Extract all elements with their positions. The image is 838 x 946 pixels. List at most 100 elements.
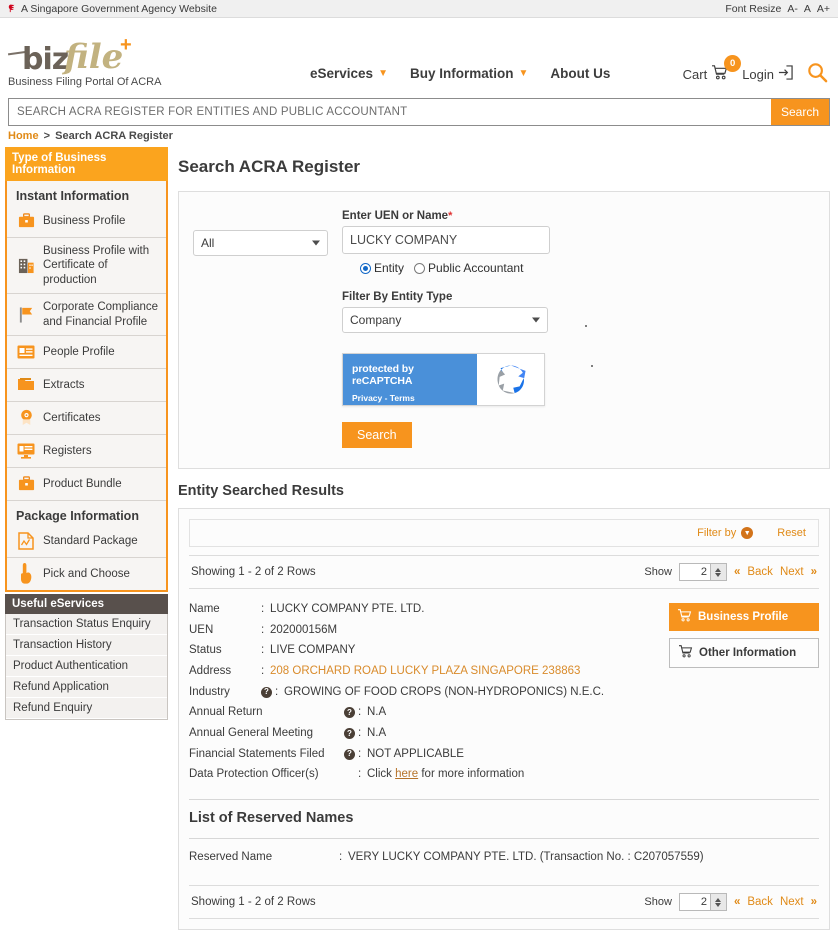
uen-or-name-input[interactable] (342, 226, 550, 254)
global-search-button[interactable]: Search (770, 99, 829, 125)
industry-help-slot: ? (261, 686, 275, 698)
search-type-select[interactable]: All (193, 230, 328, 256)
stepper-up-icon[interactable] (715, 567, 722, 572)
sidebar-item-product-bundle[interactable]: Product Bundle (7, 467, 166, 501)
detail-value-address[interactable]: 208 ORCHARD ROAD LUCKY PLAZA SINGAPORE 2… (270, 663, 580, 680)
recaptcha-logo (477, 354, 544, 405)
help-icon[interactable]: ? (344, 707, 355, 719)
search-submit-button[interactable]: Search (342, 422, 412, 448)
entity-type-select[interactable]: Company (342, 307, 548, 333)
dpo-here-link[interactable]: here (395, 768, 418, 780)
reset-button[interactable]: Reset (777, 527, 806, 539)
detail-key: Industry (189, 685, 230, 698)
detail-colon: : (358, 768, 362, 781)
stepper-down-icon[interactable] (715, 902, 722, 907)
nav-item-buy-information[interactable]: Buy Information ▼ (410, 66, 528, 81)
sidebar-group-instant-information: Instant Information (7, 181, 166, 205)
pagination-row-bottom: Showing 1 - 2 of 2 Rows Show 2 « Back Ne… (189, 885, 819, 920)
sidebar-item-extracts[interactable]: Extracts (7, 368, 166, 402)
help-icon[interactable]: ? (344, 748, 355, 760)
sidebar-item-label: Certificates (43, 411, 101, 424)
pager-last-bottom[interactable]: » (811, 896, 817, 908)
help-icon[interactable]: ? (261, 686, 272, 698)
sidebar-item-corporate-compliance[interactable]: Corporate Compliance and Financial Profi… (7, 294, 166, 336)
search-fields-column: Enter UEN or Name* Entity Public Account… (328, 210, 815, 448)
site-logo[interactable]: biz file + Business Filing Portal Of ACR… (0, 18, 310, 88)
pager-last-top[interactable]: » (811, 566, 817, 578)
sidebar-item-people-profile[interactable]: People Profile (7, 335, 166, 369)
section-divider (189, 838, 819, 840)
pager-first-top[interactable]: « (734, 566, 740, 578)
detail-key: Status (189, 644, 222, 657)
pager-next-top[interactable]: Next (780, 566, 804, 578)
pointing-hand-icon (16, 562, 36, 584)
nav-item-about-us-label: About Us (550, 66, 611, 81)
sidebar-item-pick-and-choose[interactable]: Pick and Choose (7, 557, 166, 590)
breadcrumb-home-link[interactable]: Home (8, 130, 39, 142)
stepper-arrows[interactable] (709, 564, 726, 580)
uen-or-name-label: Enter UEN or Name* (342, 210, 815, 222)
rows-per-page-stepper-bottom[interactable]: 2 (678, 893, 727, 912)
filter-by-button[interactable]: Filter by ▼ (697, 527, 754, 539)
pager-back-top[interactable]: Back (747, 566, 773, 578)
site-header: biz file + Business Filing Portal Of ACR… (0, 18, 838, 98)
login-button[interactable]: Login (742, 65, 793, 83)
detail-key: UEN (189, 623, 214, 636)
reserved-name-row: Reserved Name : VERY LUCKY COMPANY PTE. … (189, 851, 819, 877)
global-search-bar: Search (8, 98, 830, 126)
other-information-button[interactable]: Other Information (669, 638, 819, 668)
radio-option-entity[interactable]: Entity (360, 261, 404, 275)
help-icon[interactable]: ? (344, 727, 355, 739)
detail-row-data-protection-officer: Data Protection Officer(s) : Click here … (189, 766, 669, 783)
breadcrumb-current: Search ACRA Register (55, 130, 173, 142)
detail-value-uen: 202000156M (270, 623, 338, 636)
nav-item-eservices[interactable]: eServices ▼ (310, 66, 388, 81)
recaptcha-privacy-terms[interactable]: Privacy - Terms (352, 393, 469, 403)
pager-next-bottom[interactable]: Next (780, 896, 804, 908)
sidebar-link-refund-enquiry[interactable]: Refund Enquiry (6, 697, 167, 719)
sidebar: Type of Business Information Instant Inf… (5, 147, 168, 720)
detail-value-industry: GROWING OF FOOD CROPS (NON-HYDROPONICS) … (284, 685, 605, 698)
header-search-button[interactable] (807, 62, 828, 86)
stepper-down-icon[interactable] (715, 572, 722, 577)
sidebar-link-refund-application[interactable]: Refund Application (6, 676, 167, 698)
sidebar-item-business-profile[interactable]: Business Profile (7, 205, 166, 238)
breadcrumb-separator: > (43, 130, 51, 142)
global-search-input[interactable] (9, 99, 771, 125)
pager-back-bottom[interactable]: Back (747, 896, 773, 908)
cart-count-badge: 0 (724, 55, 742, 72)
pagination-row-top: Showing 1 - 2 of 2 Rows Show 2 « Back Ne… (189, 555, 819, 589)
pagination-controls-bottom: Show 2 « Back Next » (644, 893, 817, 912)
sidebar-link-transaction-history[interactable]: Transaction History (6, 634, 167, 656)
font-larger-button[interactable]: A+ (817, 3, 830, 15)
rows-per-page-stepper-top[interactable]: 2 (678, 563, 727, 581)
main-navigation: eServices ▼ Buy Information ▼ About Us (310, 66, 610, 81)
nav-item-about-us[interactable]: About Us (550, 66, 610, 81)
detail-key: Annual Return (189, 706, 263, 719)
sidebar-item-registers[interactable]: Registers (7, 434, 166, 468)
sidebar-link-transaction-status-enquiry[interactable]: Transaction Status Enquiry (6, 613, 167, 635)
detail-value-agm: N.A (367, 727, 387, 740)
pager-first-bottom[interactable]: « (734, 896, 740, 908)
page-title: Search ACRA Register (178, 157, 361, 176)
detail-key: Financial Statements Filed (189, 747, 325, 760)
sidebar-item-standard-package[interactable]: Standard Package (7, 524, 166, 558)
stepper-up-icon[interactable] (715, 897, 722, 902)
results-title: Entity Searched Results (178, 483, 344, 499)
business-profile-button[interactable]: Business Profile (669, 603, 819, 631)
stepper-arrows[interactable] (709, 894, 726, 911)
detail-row-annual-general-meeting: Annual General Meeting ? : N.A (189, 725, 669, 742)
detail-colon: : (358, 727, 362, 740)
show-label-bottom: Show (644, 896, 672, 909)
font-normal-button[interactable]: A (804, 3, 811, 15)
showing-rows-text-top: Showing 1 - 2 of 2 Rows (191, 566, 316, 578)
sidebar-link-product-authentication[interactable]: Product Authentication (6, 655, 167, 677)
sidebar-item-certificates[interactable]: Certificates (7, 401, 166, 435)
cart-button[interactable]: Cart 0 (683, 55, 742, 83)
font-smaller-button[interactable]: A- (787, 3, 798, 15)
detail-value-financial-statements: NOT APPLICABLE (367, 747, 464, 760)
radio-option-public-accountant[interactable]: Public Accountant (414, 261, 523, 275)
recaptcha-badge[interactable]: protected by reCAPTCHA Privacy - Terms (342, 353, 545, 406)
detail-row-financial-statements-filed: Financial Statements Filed ? : NOT APPLI… (189, 746, 669, 763)
sidebar-item-business-profile-with-certificate[interactable]: Business Profile with Certificate of pro… (7, 238, 166, 295)
